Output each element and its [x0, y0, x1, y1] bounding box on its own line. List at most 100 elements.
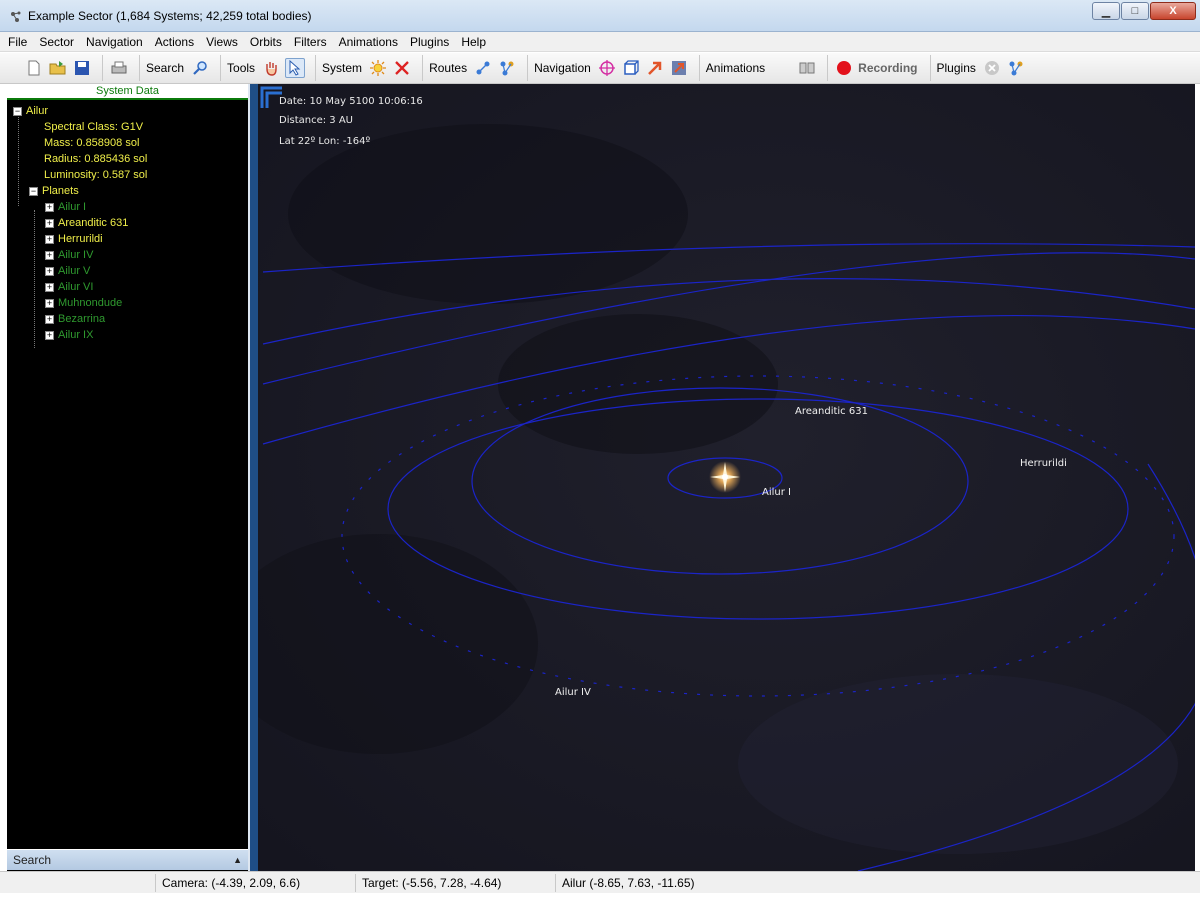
view-edge-bar	[250, 84, 258, 871]
collapse-icon[interactable]: −	[29, 186, 38, 196]
minimize-button[interactable]: ▁	[1092, 2, 1120, 20]
planet-name: Ailur VI	[58, 281, 94, 293]
expand-icon[interactable]: +	[45, 266, 54, 276]
animations-label: Animations	[705, 61, 766, 75]
planet-row[interactable]: + Areanditic 631	[7, 215, 248, 231]
planet-name: Ailur V	[58, 265, 91, 277]
route-add-icon[interactable]	[473, 58, 493, 78]
print-icon[interactable]	[109, 58, 129, 78]
minimize-icon: ▁	[1101, 5, 1111, 18]
new-file-icon[interactable]	[24, 58, 44, 78]
window-title: Example Sector (1,684 Systems; 42,259 to…	[28, 9, 312, 23]
recording-tools: Recording	[827, 55, 929, 81]
system-view[interactable]: Areanditic 631 Herrurildi Ailur I Ailur …	[258, 84, 1195, 871]
pointer-tool-icon[interactable]	[285, 58, 306, 78]
menu-animations[interactable]: Animations	[339, 35, 398, 49]
planet-row[interactable]: + Ailur I	[7, 199, 248, 215]
search-label: Search	[146, 61, 185, 75]
planet-name: Ailur IX	[58, 329, 94, 341]
planet-row[interactable]: + Muhnondude	[7, 295, 248, 311]
star-ailur[interactable]	[709, 461, 741, 493]
cube-view-icon[interactable]	[621, 58, 641, 78]
planet-row[interactable]: + Bezarrina	[7, 311, 248, 327]
label-ailur-i[interactable]: Ailur I	[762, 487, 791, 498]
planet-row[interactable]: + Herrurildi	[7, 231, 248, 247]
menu-file[interactable]: File	[8, 35, 27, 49]
hud-distance: Distance: 3 AU	[279, 115, 353, 126]
planet-name: Ailur IV	[58, 249, 94, 261]
route-edit-icon[interactable]	[497, 58, 517, 78]
expand-icon[interactable]: +	[45, 218, 54, 228]
target-icon[interactable]	[597, 58, 617, 78]
label-herrurildi[interactable]: Herrurildi	[1020, 458, 1067, 469]
status-camera: Camera: (-4.39, 2.09, 6.6)	[162, 876, 301, 890]
tree-row-star[interactable]: − Ailur	[7, 103, 248, 119]
sun-icon[interactable]	[368, 58, 388, 78]
menu-navigation[interactable]: Navigation	[86, 35, 143, 49]
label-ailur-iv[interactable]: Ailur IV	[555, 687, 591, 698]
hud-latlon: Lat 22º Lon: -164º	[279, 136, 371, 147]
status-bar: Camera: (-4.39, 2.09, 6.6) Target: (-5.5…	[0, 871, 1200, 893]
expand-icon[interactable]: +	[45, 202, 54, 212]
save-icon[interactable]	[72, 58, 92, 78]
close-button[interactable]: X	[1150, 2, 1196, 20]
property-mass: Mass: 0.858908 sol	[44, 137, 140, 149]
expand-icon[interactable]: +	[45, 298, 54, 308]
hand-tool-icon[interactable]	[261, 58, 281, 78]
expand-icon[interactable]: +	[45, 314, 54, 324]
search-panel-label: Search	[13, 853, 52, 867]
navigation-label: Navigation	[534, 61, 591, 75]
menu-help[interactable]: Help	[461, 35, 486, 49]
search-panel-toggle[interactable]: Search ▲	[7, 849, 248, 870]
open-folder-icon[interactable]	[48, 58, 68, 78]
planet-name: Muhnondude	[58, 297, 123, 309]
label-areanditic-631[interactable]: Areanditic 631	[795, 406, 868, 417]
menu-filters[interactable]: Filters	[294, 35, 327, 49]
planet-row[interactable]: + Ailur IX	[7, 327, 248, 343]
panel-title: System Data	[7, 84, 248, 100]
planet-name: Areanditic 631	[58, 217, 129, 229]
maximize-icon: □	[1131, 5, 1139, 17]
search-icon[interactable]	[190, 58, 210, 78]
close-icon: X	[1169, 5, 1177, 17]
planet-name: Ailur I	[58, 201, 87, 213]
status-target: Target: (-5.56, 7.28, -4.64)	[362, 876, 502, 890]
expand-icon[interactable]: +	[45, 250, 54, 260]
menu-orbits[interactable]: Orbits	[250, 35, 282, 49]
recording-label[interactable]: Recording	[858, 61, 917, 75]
planet-name: Bezarrina	[58, 313, 106, 325]
tools-label: Tools	[227, 61, 256, 75]
plugin-tools: Plugins	[929, 55, 1036, 81]
plugin-route-icon[interactable]	[1006, 58, 1026, 78]
status-selection: Ailur (-8.65, 7.63, -11.65)	[562, 876, 695, 890]
hud-date: Date: 10 May 5100 10:06:16	[279, 96, 423, 107]
expand-icon[interactable]: +	[45, 282, 54, 292]
record-icon[interactable]	[834, 58, 854, 78]
move-arrow-icon[interactable]	[645, 58, 665, 78]
film-icon[interactable]	[797, 58, 817, 78]
zoom-box-icon[interactable]	[669, 58, 689, 78]
menu-plugins[interactable]: Plugins	[410, 35, 449, 49]
star-name: Ailur	[26, 105, 49, 117]
planet-row[interactable]: + Ailur IV	[7, 247, 248, 263]
collapse-icon[interactable]: −	[13, 106, 22, 116]
planet-name: Herrurildi	[58, 233, 103, 245]
planet-list: + Ailur I + Areanditic 631 + Herrurildi + Ailur…	[7, 199, 248, 343]
tree-row-planets[interactable]: − Planets	[7, 183, 248, 199]
file-tools	[16, 55, 102, 81]
maximize-button[interactable]: □	[1121, 2, 1149, 20]
menu-views[interactable]: Views	[206, 35, 238, 49]
delete-icon[interactable]	[392, 58, 412, 78]
planets-label: Planets	[42, 185, 79, 197]
animation-tools: Animations	[698, 55, 827, 81]
tools-group: Tools	[220, 55, 315, 81]
system-tools: System	[315, 55, 422, 81]
planet-row[interactable]: + Ailur VI	[7, 279, 248, 295]
print-tools	[102, 55, 139, 81]
expand-icon[interactable]: +	[45, 234, 54, 244]
menu-sector[interactable]: Sector	[39, 35, 74, 49]
expand-icon[interactable]: +	[45, 330, 54, 340]
menu-actions[interactable]: Actions	[155, 35, 194, 49]
plugin-close-icon[interactable]	[982, 58, 1002, 78]
planet-row[interactable]: + Ailur V	[7, 263, 248, 279]
